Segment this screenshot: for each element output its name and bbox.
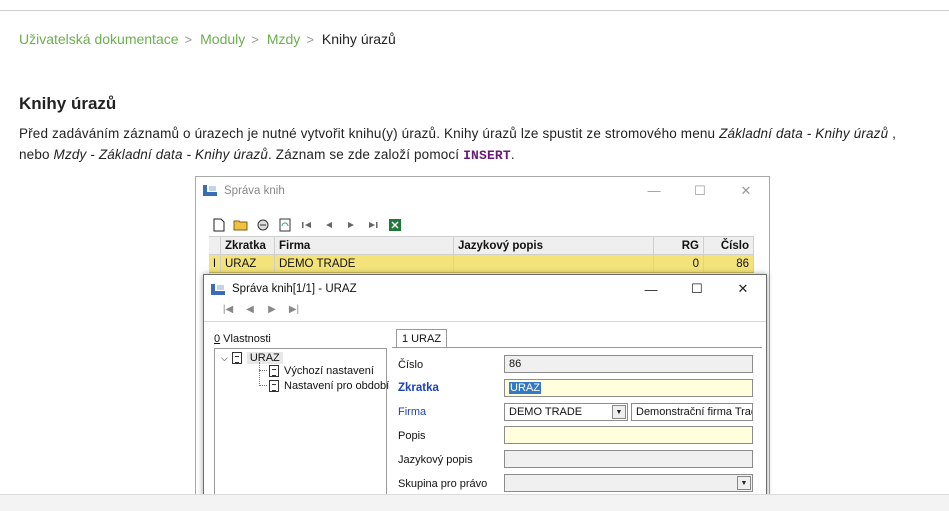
chevron-right-icon: > (306, 32, 314, 47)
tree-connector (259, 362, 269, 386)
last-record-icon[interactable] (364, 217, 382, 233)
table-row[interactable]: I URAZ DEMO TRADE 0 86 (209, 255, 754, 273)
excel-icon[interactable] (386, 217, 404, 233)
minimize-icon[interactable]: — (628, 275, 674, 303)
refresh-icon[interactable] (276, 217, 294, 233)
popis-field[interactable] (504, 426, 753, 444)
popis-label: Popis (398, 430, 426, 442)
col-header[interactable]: Zkratka (221, 237, 275, 254)
chevron-down-icon[interactable]: ⌵ (221, 353, 228, 364)
para-text: Před zadáváním záznamů o úrazech je nutn… (19, 126, 720, 141)
divider (204, 321, 766, 322)
breadcrumb-link-modules[interactable]: Moduly (200, 31, 245, 47)
skupina-label: Skupina pro právo (398, 478, 488, 490)
maximize-icon[interactable]: ☐ (677, 177, 723, 204)
firma-label[interactable]: Firma (398, 406, 426, 418)
tree-item-period-settings[interactable]: Nastavení pro období (269, 380, 389, 392)
close-icon[interactable]: ✕ (720, 275, 766, 303)
breadcrumb: Uživatelská dokumentace > Moduly > Mzdy > Knih… (19, 31, 396, 47)
cell-cislo: 86 (704, 255, 754, 272)
document-icon (269, 365, 279, 377)
first-record-icon[interactable]: |◀ (220, 304, 236, 315)
dropdown-arrow-icon[interactable]: ▼ (612, 405, 626, 419)
para-text: . Záznam se zde založí pomocí (268, 147, 464, 162)
insert-key: INSERT (463, 148, 511, 163)
firma-value: DEMO TRADE (509, 406, 583, 418)
prev-record-icon[interactable]: ◀ (242, 304, 258, 315)
maximize-icon[interactable]: ☐ (674, 275, 720, 303)
cell-firma: DEMO TRADE (275, 255, 454, 272)
col-header[interactable]: Jazykový popis (454, 237, 654, 254)
cell-zkratka: URAZ (221, 255, 275, 272)
cislo-label: Číslo (398, 359, 424, 371)
app-icon (203, 184, 218, 197)
bottom-bar (0, 494, 949, 511)
jazykovy-popis-field[interactable] (504, 450, 753, 468)
grid-header: Zkratka Firma Jazykový popis RG Číslo (209, 236, 754, 255)
row-indicator-header (209, 237, 221, 254)
jazykovy-popis-label: Jazykový popis (398, 454, 473, 466)
breadcrumb-link-docs[interactable]: Uživatelská dokumentace (19, 31, 179, 47)
tab-uraz[interactable]: 1 URAZ (396, 329, 447, 348)
zkratka-field[interactable]: URAZ (504, 379, 753, 397)
new-doc-icon[interactable] (210, 217, 228, 233)
first-record-icon[interactable] (298, 217, 316, 233)
intro-paragraph: Před zadáváním záznamů o úrazech je nutn… (19, 123, 949, 166)
next-record-icon[interactable]: ▶ (264, 304, 280, 315)
tree-item-label: Nastavení pro období (284, 380, 390, 392)
window-title: Správa knih[1/1] - URAZ (232, 283, 357, 295)
menu-path: Mzdy - Základní data - Knihy úrazů (53, 147, 268, 162)
document-icon (231, 352, 242, 364)
book-detail-window: Správa knih[1/1] - URAZ — ☐ ✕ |◀ ◀ ▶ ▶| … (203, 274, 767, 503)
tree-connector (259, 370, 267, 371)
filter-icon[interactable] (254, 217, 272, 233)
books-window-titlebar: Správa knih — ☐ ✕ (196, 177, 769, 204)
skupina-select[interactable]: ▼ (504, 474, 753, 492)
zkratka-value: URAZ (509, 382, 541, 394)
page-title: Knihy úrazů (19, 94, 117, 113)
books-toolbar (210, 217, 404, 233)
menu-path: Základní data - Knihy úrazů (719, 126, 889, 141)
dropdown-arrow-icon[interactable]: ▼ (737, 476, 751, 490)
properties-tree: ⌵ URAZ Výchozí nastavení Nastavení pro o… (214, 348, 389, 503)
document-icon (269, 380, 279, 392)
para-text: . (510, 147, 515, 162)
cell-jazykovy-popis (454, 255, 654, 272)
detail-nav-toolbar: |◀ ◀ ▶ ▶| (220, 304, 302, 315)
row-cursor-icon: I (209, 255, 221, 272)
firma-select[interactable]: DEMO TRADE ▼ (504, 403, 628, 421)
chevron-right-icon: > (184, 32, 193, 47)
detail-window-titlebar: Správa knih[1/1] - URAZ — ☐ ✕ (204, 275, 766, 303)
window-title: Správa knih (224, 184, 285, 197)
zkratka-label: Zkratka (398, 382, 439, 394)
firma-description: Demonstrační firma Trade, (631, 403, 753, 421)
col-header[interactable]: Firma (275, 237, 454, 254)
tab-underline (392, 347, 762, 348)
chevron-right-icon: > (251, 32, 259, 47)
prev-record-icon[interactable] (320, 217, 338, 233)
next-record-icon[interactable] (342, 217, 360, 233)
last-record-icon[interactable]: ▶| (286, 304, 302, 315)
tree-item-default-settings[interactable]: Výchozí nastavení (269, 365, 374, 377)
col-header[interactable]: Číslo (704, 237, 754, 254)
close-icon[interactable]: ✕ (723, 177, 769, 204)
col-header[interactable]: RG (654, 237, 704, 254)
para-text: , (888, 126, 897, 141)
tree-root[interactable]: ⌵ URAZ (221, 352, 283, 364)
app-icon (211, 283, 226, 296)
tree-connector (259, 385, 267, 386)
tree-item-label: Výchozí nastavení (284, 365, 374, 377)
properties-label: 0 Vlastnosti (214, 333, 271, 345)
minimize-icon[interactable]: — (631, 177, 677, 204)
top-divider (0, 10, 949, 11)
breadcrumb-link-mzdy[interactable]: Mzdy (267, 31, 300, 47)
cislo-field: 86 (504, 355, 753, 373)
cell-rg: 0 (654, 255, 704, 272)
para-text: nebo (19, 147, 54, 162)
open-folder-icon[interactable] (232, 217, 250, 233)
books-grid: Zkratka Firma Jazykový popis RG Číslo I … (209, 236, 754, 273)
breadcrumb-current: Knihy úrazů (321, 31, 396, 47)
